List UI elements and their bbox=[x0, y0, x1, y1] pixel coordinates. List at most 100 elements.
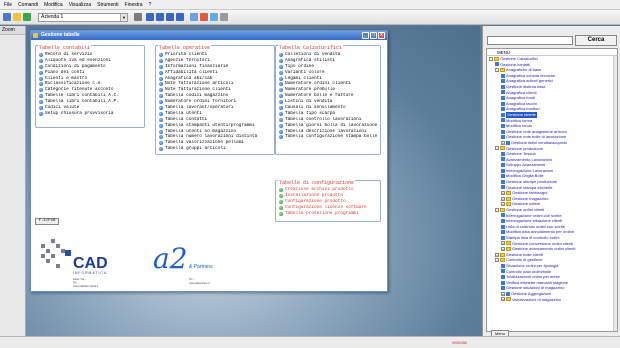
arrow-icon[interactable] bbox=[134, 13, 142, 21]
bullet-icon bbox=[159, 141, 163, 146]
svg-text:& Partners: & Partners bbox=[189, 264, 213, 270]
menu-visualizza[interactable]: Visualizza bbox=[69, 2, 91, 8]
window-icon bbox=[33, 33, 38, 38]
folder-icon bbox=[500, 67, 505, 72]
document-icon bbox=[501, 135, 505, 140]
table-link-label: Tabella protezione programmi bbox=[285, 210, 359, 216]
expand-icon[interactable]: + bbox=[501, 291, 505, 296]
tree-body: - Gestione Calzaturifici Gestione contatti… bbox=[487, 56, 617, 302]
bullet-icon bbox=[159, 52, 163, 57]
nav-last-icon[interactable] bbox=[176, 13, 184, 21]
settings-icon[interactable] bbox=[220, 13, 228, 21]
nav-first-icon[interactable] bbox=[146, 13, 154, 21]
menu-tree: MENU - Gestione Calzaturifici Gestione con… bbox=[486, 48, 618, 332]
menu-strumenti[interactable]: Strumenti bbox=[97, 2, 118, 8]
search-input[interactable] bbox=[487, 36, 573, 45]
folder-icon[interactable] bbox=[13, 13, 21, 21]
menu-help[interactable]: ? bbox=[149, 2, 152, 8]
table-link-configurazione-4[interactable]: Tabella protezione programmi bbox=[279, 211, 378, 217]
search-button[interactable]: Cerca bbox=[575, 35, 617, 46]
bullet-icon bbox=[159, 117, 163, 122]
left-pane: Zoom bbox=[0, 26, 26, 336]
expand-icon[interactable]: + bbox=[501, 246, 505, 251]
bullet-icon bbox=[159, 123, 163, 128]
document-icon bbox=[506, 291, 510, 296]
document-icon bbox=[501, 185, 505, 190]
menu-finestra[interactable]: Finestra bbox=[125, 2, 143, 8]
minimize-button[interactable]: _ bbox=[362, 32, 369, 39]
window-titlebar[interactable]: Gestione tabelle _ □ x bbox=[31, 31, 387, 40]
folder-icon bbox=[500, 146, 505, 151]
folder-icon bbox=[506, 297, 511, 302]
collapse-icon[interactable]: - bbox=[495, 258, 499, 263]
bullet-icon bbox=[159, 70, 163, 75]
tree-node[interactable]: + Valorizzazioni di magazzino bbox=[487, 297, 617, 303]
menu-file[interactable]: File bbox=[4, 2, 12, 8]
delete-icon[interactable] bbox=[200, 13, 208, 21]
bullet-icon bbox=[39, 52, 43, 57]
collapse-icon[interactable]: - bbox=[495, 207, 499, 212]
tree-scrollbar[interactable] bbox=[613, 56, 617, 331]
cad-logo: CAD INFORMATICA Sede: Via ... Tel. ... w… bbox=[41, 239, 108, 288]
table-link-contabili-10[interactable]: Setup chiusura provvisoria bbox=[39, 111, 142, 117]
expand-icon[interactable]: + bbox=[495, 252, 499, 257]
expand-icon[interactable]: + bbox=[501, 202, 505, 207]
expand-icon[interactable]: + bbox=[501, 191, 505, 196]
menu-comandi[interactable]: Comandi bbox=[18, 2, 38, 8]
tree-node-label: Valorizzazioni di magazzino bbox=[512, 296, 562, 302]
bullet-icon bbox=[39, 70, 43, 75]
nav-next-icon[interactable] bbox=[166, 13, 174, 21]
close-button[interactable]: x bbox=[378, 32, 385, 39]
bullet-icon bbox=[279, 70, 283, 75]
bullet-icon bbox=[159, 64, 163, 69]
chevron-down-icon[interactable]: ▼ bbox=[120, 14, 127, 21]
bullet-icon bbox=[159, 58, 163, 63]
company-select[interactable]: Azienda 1 ▼ bbox=[38, 13, 128, 22]
table-link-calzaturifici-14[interactable]: Tabella configurazione stampa bolle bbox=[279, 134, 378, 140]
document-icon bbox=[501, 73, 505, 78]
document-icon bbox=[501, 101, 505, 106]
bullet-icon bbox=[279, 100, 283, 105]
collapse-icon[interactable]: - bbox=[495, 146, 499, 151]
function-key-button[interactable]: F.1=F16 bbox=[35, 218, 59, 225]
bullet-icon bbox=[39, 58, 43, 63]
expand-icon[interactable]: + bbox=[501, 297, 505, 302]
bullet-icon bbox=[39, 64, 43, 69]
home-icon[interactable] bbox=[3, 13, 11, 21]
bullet-icon bbox=[39, 100, 43, 105]
collapse-icon[interactable]: - bbox=[495, 67, 499, 72]
bullet-icon bbox=[39, 105, 43, 110]
expand-icon[interactable]: + bbox=[501, 140, 505, 145]
help-icon[interactable] bbox=[210, 13, 218, 21]
table-link-label: Tabella gruppi articoli bbox=[165, 146, 226, 152]
maximize-button[interactable]: □ bbox=[370, 32, 377, 39]
document-icon bbox=[501, 90, 505, 95]
print-icon[interactable] bbox=[190, 13, 198, 21]
group-tabelle-configurazione: Tabelle di configurazione Creazione arch… bbox=[275, 180, 381, 222]
expand-icon[interactable]: + bbox=[501, 196, 505, 201]
menu-modifica[interactable]: Modifica bbox=[44, 2, 63, 8]
bullet-icon bbox=[279, 94, 283, 99]
collapse-icon[interactable]: - bbox=[489, 56, 493, 61]
bullet-icon bbox=[279, 76, 283, 81]
expand-icon[interactable]: + bbox=[501, 241, 505, 246]
nav-prev-icon[interactable] bbox=[156, 13, 164, 21]
svg-text:www.cadinformatica.it: www.cadinformatica.it bbox=[73, 284, 98, 288]
bullet-icon bbox=[39, 88, 43, 93]
document-icon bbox=[495, 62, 499, 67]
document-icon bbox=[501, 269, 505, 274]
table-link-operative-16[interactable]: Tabella gruppi articoli bbox=[159, 146, 272, 152]
gestione-tabelle-window: Gestione tabelle _ □ x Tabelle contabili… bbox=[30, 30, 388, 292]
document-icon bbox=[501, 151, 505, 156]
refresh-icon[interactable] bbox=[23, 13, 31, 21]
bullet-icon bbox=[279, 129, 283, 134]
svg-text:www.a2partners.it: www.a2partners.it bbox=[189, 281, 210, 285]
svg-text:a2: a2 bbox=[153, 242, 188, 275]
bullet-icon bbox=[279, 105, 283, 110]
svg-text:Sede: Via ...: Sede: Via ... bbox=[73, 277, 87, 281]
bullet-icon bbox=[279, 205, 283, 210]
folder-icon bbox=[500, 252, 505, 257]
table-link-label: Tabella configurazione stampa bolle bbox=[285, 134, 378, 140]
document-icon bbox=[501, 174, 505, 179]
document-icon bbox=[501, 274, 505, 279]
